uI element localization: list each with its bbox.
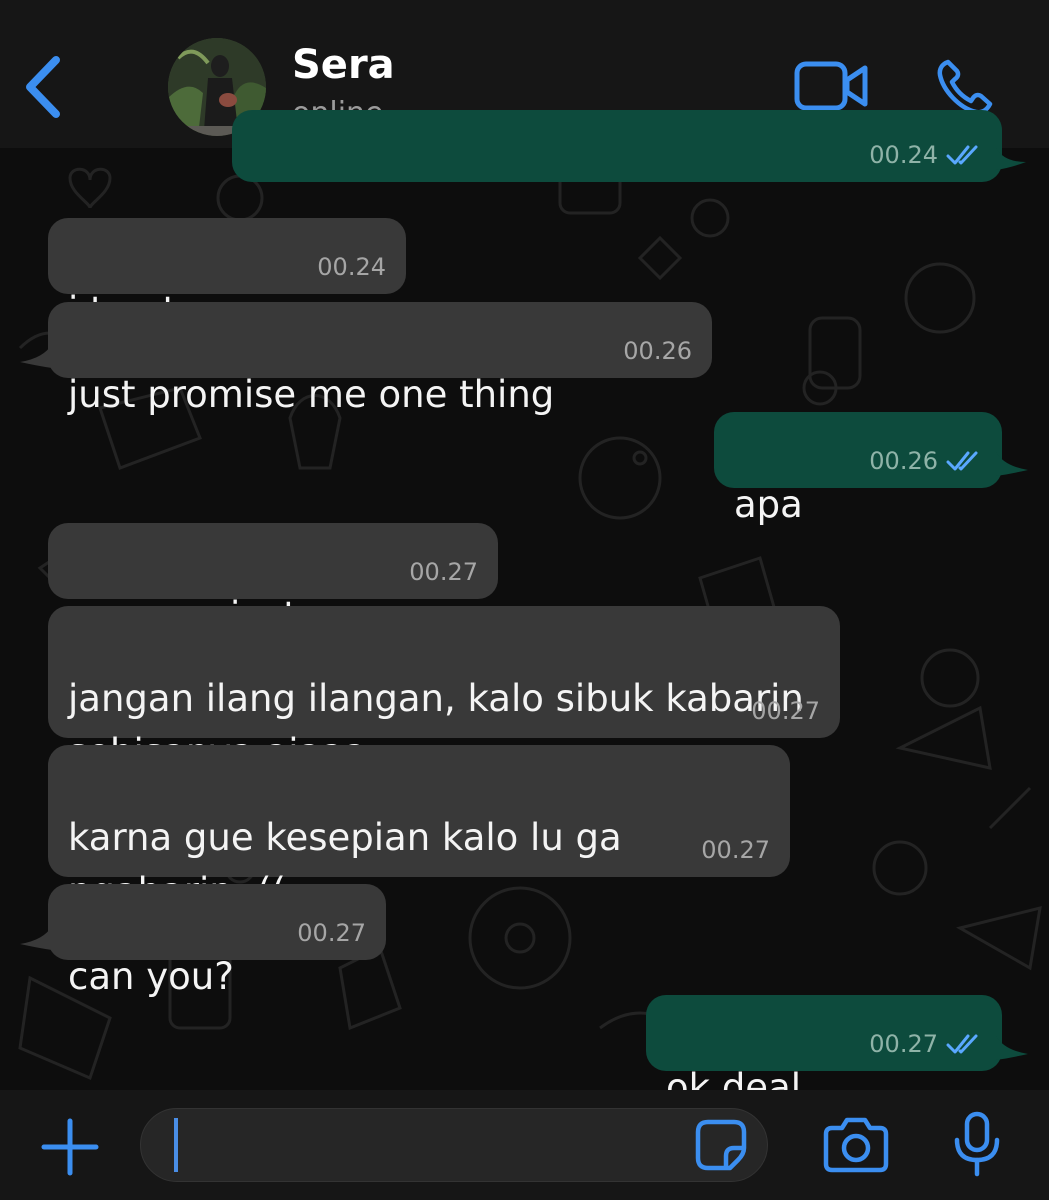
message-time: 00.27 — [701, 836, 770, 864]
contact-name[interactable]: Sera — [292, 42, 395, 88]
message-bubble-in[interactable]: karna gue kesepian kalo lu ga ngabarin :… — [48, 745, 790, 913]
bubble-tail — [20, 344, 52, 368]
plus-icon[interactable] — [40, 1117, 100, 1177]
message-time: 00.27 — [409, 558, 478, 586]
back-chevron-icon[interactable] — [18, 52, 68, 122]
message-text: can you? — [68, 955, 234, 998]
message-bubble-out[interactable]: ok deal 00.27 — [646, 995, 1002, 1109]
message-bubble-out[interactable]: 00.24 — [232, 110, 1002, 182]
bubble-tail — [996, 148, 1026, 170]
message-bubble-in[interactable]: jangan ilang ilangan, kalo sibuk kabarin… — [48, 606, 840, 774]
microphone-icon[interactable] — [952, 1110, 1002, 1178]
message-bubble-in[interactable]: just promise me one thing 00.26 — [48, 302, 712, 416]
phone-call-icon[interactable] — [934, 56, 996, 118]
message-text: apa — [734, 483, 803, 526]
message-time: 00.26 — [623, 337, 692, 365]
message-text: just promise me one thing — [68, 373, 555, 416]
message-time: 00.26 — [869, 447, 938, 475]
message-bubble-in[interactable]: can you? 00.27 — [48, 884, 386, 998]
message-bubble-in[interactable]: i trust you 00.24 — [48, 218, 406, 332]
message-time: 00.27 — [751, 697, 820, 725]
sticker-icon[interactable] — [694, 1118, 748, 1172]
bubble-tail — [20, 926, 52, 950]
message-time: 00.27 — [297, 919, 366, 947]
bubble-tail — [996, 1036, 1028, 1060]
camera-icon[interactable] — [822, 1114, 890, 1174]
message-bubble-out[interactable]: apa 00.26 — [714, 412, 1002, 526]
message-time: 00.24 — [869, 141, 938, 169]
message-time: 00.27 — [869, 1030, 938, 1058]
read-receipt-icon — [946, 1034, 978, 1054]
text-cursor — [174, 1118, 178, 1172]
read-receipt-icon — [946, 145, 978, 165]
message-time: 00.24 — [317, 253, 386, 281]
message-input[interactable] — [140, 1108, 768, 1182]
message-bubble-in[interactable]: communicate.. 00.27 — [48, 523, 498, 637]
bubble-tail — [996, 452, 1028, 476]
read-receipt-icon — [946, 451, 978, 471]
video-call-icon[interactable] — [792, 58, 870, 114]
